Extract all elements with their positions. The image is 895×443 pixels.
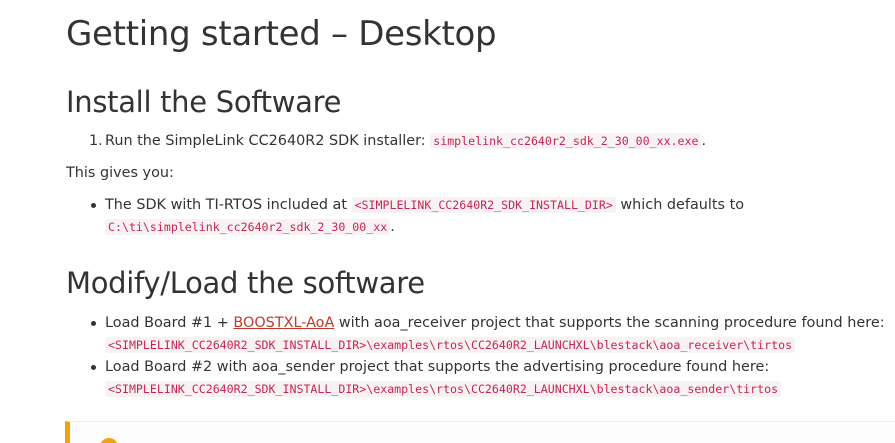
gives-you-text: This gives you:	[66, 165, 174, 181]
boostxl-aoa-link[interactable]: BOOSTXL-AoA	[233, 315, 334, 331]
install-heading: Install the Software	[66, 85, 342, 119]
step-text: Run the SimpleLink CC2640R2 SDK installe…	[105, 133, 426, 149]
list-item: The SDK with TI-RTOS included at <SIMPLE…	[66, 194, 895, 238]
install-dir-code: <SIMPLELINK_CC2640R2_SDK_INSTALL_DIR>	[351, 197, 616, 213]
install-bullets-list: The SDK with TI-RTOS included at <SIMPLE…	[66, 194, 895, 238]
bullet-dot	[91, 203, 96, 208]
default-path-code: C:\ti\simplelink_cc2640r2_sdk_2_30_00_xx	[105, 219, 391, 235]
install-steps-list: 1. Run the SimpleLink CC2640R2 SDK insta…	[66, 130, 895, 152]
warning-icon	[100, 438, 118, 443]
modify-bullets-list: Load Board #1 + BOOSTXL-AoA with aoa_rec…	[66, 312, 895, 400]
installer-filename-code: simplelink_cc2640r2_sdk_2_30_00_xx.exe	[430, 133, 702, 149]
list-item: 1. Run the SimpleLink CC2640R2 SDK insta…	[66, 130, 895, 152]
list-item: Load Board #1 + BOOSTXL-AoA with aoa_rec…	[66, 312, 895, 356]
bullet-dot	[91, 365, 96, 370]
modify-heading: Modify/Load the software	[66, 266, 425, 300]
page-title: Getting started – Desktop	[66, 14, 497, 54]
callout-box	[65, 421, 895, 443]
step-number: 1.	[89, 133, 103, 149]
bullet-dot	[91, 321, 96, 326]
sender-path-code: <SIMPLELINK_CC2640R2_SDK_INSTALL_DIR>\ex…	[105, 381, 782, 397]
list-item: Load Board #2 with aoa_sender project th…	[66, 356, 895, 400]
receiver-path-code: <SIMPLELINK_CC2640R2_SDK_INSTALL_DIR>\ex…	[105, 337, 796, 353]
